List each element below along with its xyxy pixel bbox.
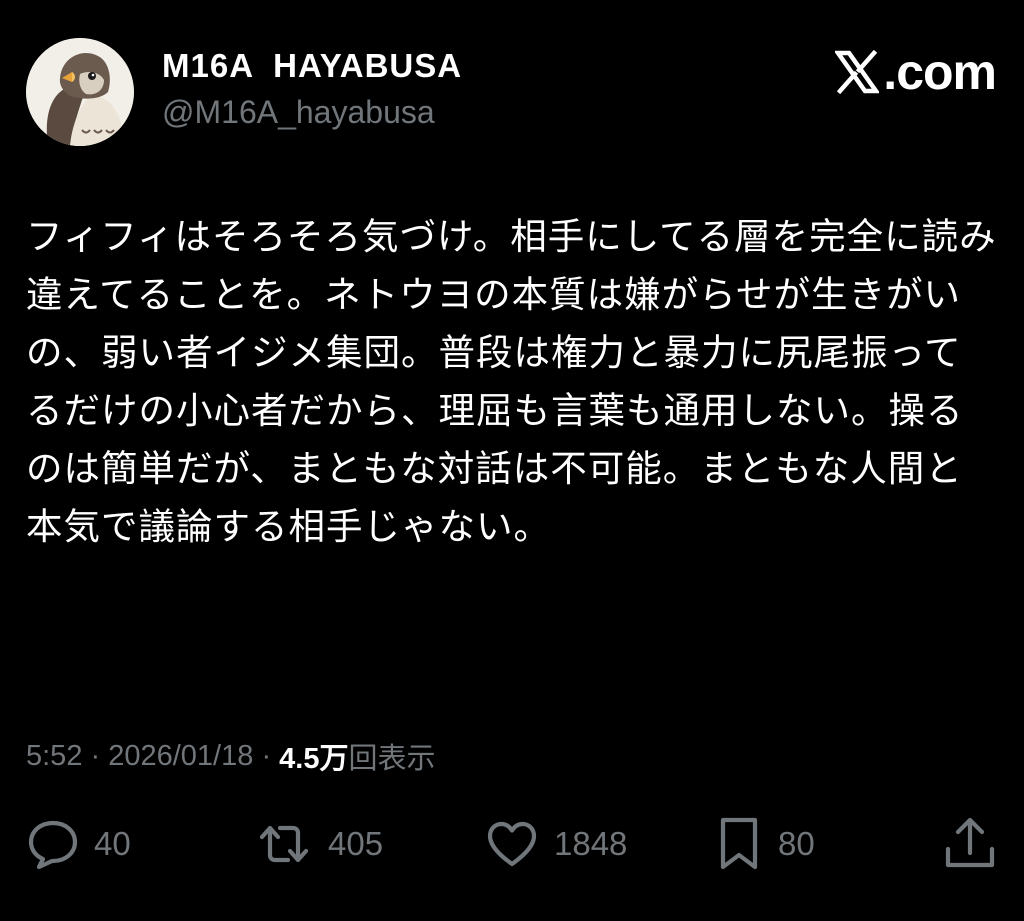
tweet-date[interactable]: 2026/01/18 — [108, 740, 253, 773]
repost-icon — [259, 825, 309, 863]
views-label: 回表示 — [348, 743, 436, 775]
meta-separator: · — [82, 739, 109, 772]
share-icon — [945, 817, 995, 868]
bookmark-count: 80 — [778, 825, 815, 862]
repost-button[interactable]: 405 — [254, 812, 383, 876]
falcon-avatar-icon[interactable] — [26, 38, 134, 146]
repost-count: 405 — [328, 825, 384, 862]
brand-watermark: .com — [835, 44, 997, 100]
like-count: 1848 — [554, 825, 628, 862]
heart-icon — [487, 821, 537, 867]
tweet-text: フィフィはそろそろ気づけ。相手にしてる層を完全に読み違えてることを。ネトウヨの本… — [26, 215, 997, 548]
share-button[interactable] — [942, 812, 998, 876]
user-names: M16A HAYABUSA @M16A_hayabusa — [162, 44, 462, 134]
meta-separator: · — [253, 739, 280, 772]
tweet-header: M16A HAYABUSA @M16A_hayabusa .com — [26, 38, 998, 150]
brand-text: .com — [883, 44, 997, 100]
tweet-meta: 5:52 · 2026/01/18 · 4.5万 回表示 — [26, 734, 436, 778]
display-name[interactable]: M16A HAYABUSA — [162, 44, 462, 88]
tweet-time[interactable]: 5:52 — [26, 740, 82, 773]
views-count: 4.5万 — [279, 743, 349, 775]
reply-button[interactable]: 40 — [26, 812, 131, 876]
user-handle[interactable]: @M16A_hayabusa — [162, 90, 462, 134]
reply-count: 40 — [94, 825, 131, 862]
action-bar: 40 405 1848 80 — [0, 812, 1024, 876]
x-logo-icon — [835, 50, 880, 94]
like-button[interactable]: 1848 — [484, 812, 627, 876]
reply-icon — [28, 820, 78, 870]
bookmark-icon — [720, 817, 758, 870]
bookmark-button[interactable]: 80 — [714, 812, 815, 876]
